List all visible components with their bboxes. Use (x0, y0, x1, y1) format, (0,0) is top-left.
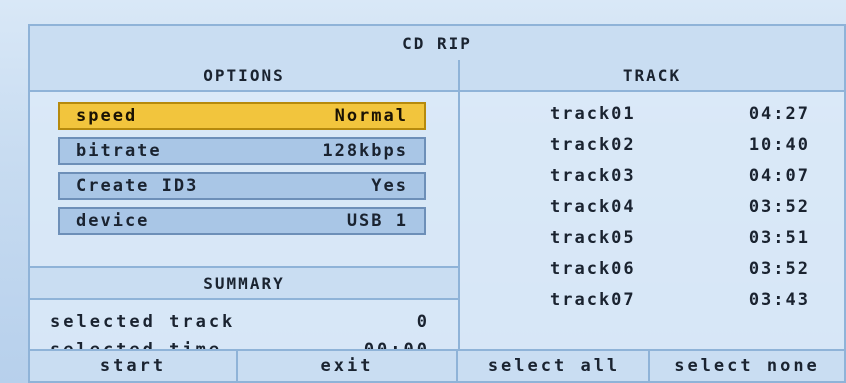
track-name: track04 (550, 197, 636, 217)
summary-header-text: SUMMARY (203, 273, 285, 293)
option-label: speed (76, 106, 138, 126)
summary-selected-track: selected track 0 (50, 310, 430, 334)
summary-value: 0 (416, 312, 430, 332)
options-header: OPTIONS (30, 60, 458, 92)
exit-button[interactable]: exit (238, 351, 458, 381)
track-row[interactable]: track02 10:40 (550, 133, 810, 157)
track-name: track05 (550, 228, 636, 248)
window-title-text: CD RIP (402, 33, 472, 53)
track-name: track01 (550, 104, 636, 124)
select-none-button-label: select none (674, 356, 820, 376)
track-name: track03 (550, 166, 636, 186)
option-speed[interactable]: speed Normal (58, 102, 426, 130)
track-time: 03:51 (748, 228, 810, 248)
option-label: Create ID3 (76, 176, 199, 196)
track-header-text: TRACK (622, 65, 682, 85)
track-row[interactable]: track05 03:51 (550, 226, 810, 250)
option-device[interactable]: device USB 1 (58, 207, 426, 235)
select-all-button[interactable]: select all (460, 351, 650, 381)
track-panel: TRACK track01 04:27 track02 10:40 track0… (460, 60, 844, 362)
option-value: USB 1 (346, 211, 408, 231)
track-name: track06 (550, 259, 636, 279)
track-time: 04:07 (748, 166, 810, 186)
track-time: 03:43 (748, 290, 810, 310)
option-value: 128kbps (322, 141, 408, 161)
summary-label: selected track (50, 312, 236, 332)
start-button-label: start (99, 356, 167, 376)
option-value: Yes (371, 176, 408, 196)
track-row[interactable]: track04 03:52 (550, 195, 810, 219)
options-header-text: OPTIONS (203, 65, 285, 85)
summary-header: SUMMARY (30, 266, 458, 300)
option-value: Normal (334, 106, 408, 126)
option-create-id3[interactable]: Create ID3 Yes (58, 172, 426, 200)
options-panel: OPTIONS speed Normal bitrate 128kbps Cre… (30, 60, 460, 360)
bottom-button-bar: start exit select all select none (30, 349, 844, 381)
start-button[interactable]: start (30, 351, 238, 381)
track-time: 10:40 (748, 135, 810, 155)
track-name: track07 (550, 290, 636, 310)
track-time: 03:52 (748, 197, 810, 217)
track-row[interactable]: track07 03:43 (550, 288, 810, 312)
option-bitrate[interactable]: bitrate 128kbps (58, 137, 426, 165)
track-name: track02 (550, 135, 636, 155)
option-label: device (76, 211, 150, 231)
exit-button-label: exit (320, 356, 374, 376)
select-all-button-label: select all (487, 356, 621, 376)
track-row[interactable]: track01 04:27 (550, 102, 810, 126)
track-row[interactable]: track06 03:52 (550, 257, 810, 281)
select-none-button[interactable]: select none (650, 351, 844, 381)
track-time: 04:27 (748, 104, 810, 124)
track-header: TRACK (460, 60, 844, 92)
track-row[interactable]: track03 04:07 (550, 164, 810, 188)
track-time: 03:52 (748, 259, 810, 279)
cd-rip-window: CD RIP OPTIONS speed Normal bitrate 128k… (28, 24, 846, 383)
window-title: CD RIP (30, 26, 844, 62)
option-label: bitrate (76, 141, 162, 161)
